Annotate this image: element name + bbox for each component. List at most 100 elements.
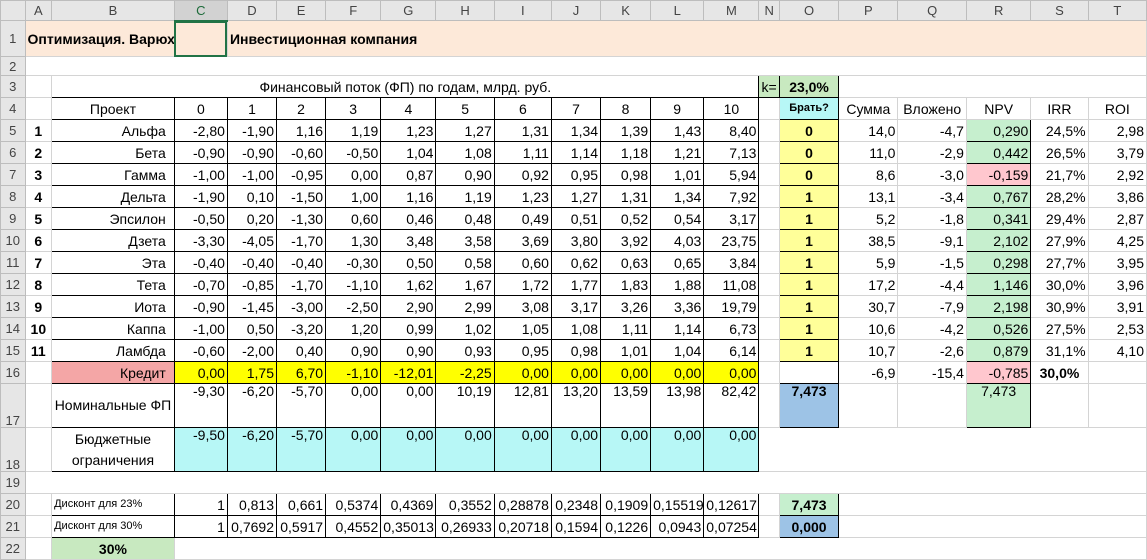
invested-header[interactable]: Вложено [897, 97, 967, 120]
project-name[interactable]: Дзета [51, 229, 175, 252]
budget-flow[interactable]: -6,20 [226, 427, 278, 472]
cashflow-cell[interactable]: 4,03 [650, 229, 705, 252]
cashflow-cell[interactable]: 0,58 [435, 251, 495, 274]
project-npv[interactable]: 2,102 [965, 229, 1032, 252]
year-0-header[interactable]: 0 [173, 97, 228, 120]
npv-header[interactable]: NPV [965, 97, 1032, 120]
cashflow-cell[interactable]: 2,99 [435, 295, 495, 318]
cashflow-cell[interactable]: 0,92 [493, 163, 552, 186]
project-invested[interactable]: -4,2 [897, 317, 967, 340]
cashflow-cell[interactable]: 1,04 [380, 141, 437, 164]
cashflow-cell[interactable]: -1,00 [173, 317, 228, 340]
cashflow-cell[interactable]: -0,95 [275, 163, 327, 186]
column-header-e[interactable]: E [275, 0, 327, 21]
project-name[interactable]: Гамма [51, 163, 175, 186]
project-name[interactable]: Эта [51, 251, 175, 274]
cashflow-cell[interactable]: 1,11 [493, 141, 552, 164]
nominal-flow[interactable]: 13,59 [600, 383, 652, 428]
project-roi[interactable]: 2,92 [1087, 163, 1147, 186]
project-irr[interactable]: 21,7% [1030, 163, 1089, 186]
column-header-o[interactable]: O [778, 0, 840, 21]
cashflow-cell[interactable]: 1,34 [550, 119, 602, 142]
cashflow-cell[interactable]: 3,26 [600, 295, 652, 318]
cashflow-cell[interactable]: -0,90 [173, 141, 228, 164]
nominal-flow[interactable]: 12,81 [493, 383, 552, 428]
cashflow-cell[interactable]: -0,90 [226, 141, 278, 164]
credit-flow[interactable]: 0,00 [550, 361, 602, 384]
project-name[interactable]: Альфа [51, 119, 175, 142]
take-flag[interactable]: 1 [778, 251, 840, 274]
disc23-flow[interactable]: 1 [173, 493, 228, 516]
column-header-h[interactable]: H [435, 0, 495, 21]
nominal-npv[interactable]: 7,473 [965, 383, 1032, 428]
cashflow-cell[interactable]: -1,10 [325, 273, 382, 296]
nominal-flow[interactable]: 10,19 [435, 383, 495, 428]
take-flag[interactable]: 0 [778, 119, 840, 142]
project-header[interactable]: Проект [51, 97, 175, 120]
column-header-f[interactable]: F [325, 0, 382, 21]
cashflow-cell[interactable]: 3,48 [380, 229, 437, 252]
cashflow-cell[interactable]: 0,60 [325, 207, 382, 230]
cashflow-cell[interactable]: 0,10 [226, 185, 278, 208]
cashflow-cell[interactable]: 3,08 [493, 295, 552, 318]
budget-flow[interactable]: 0,00 [325, 427, 382, 472]
project-sum[interactable]: 5,2 [838, 207, 899, 230]
cashflow-cell[interactable]: -0,40 [275, 251, 327, 274]
cashflow-cell[interactable]: -1,50 [275, 185, 327, 208]
project-roi[interactable]: 2,87 [1087, 207, 1147, 230]
year-3-header[interactable]: 3 [325, 97, 382, 120]
project-npv[interactable]: 0,879 [965, 339, 1032, 362]
take-flag[interactable]: 1 [778, 229, 840, 252]
project-invested[interactable]: -9,1 [897, 229, 967, 252]
project-invested[interactable]: -1,5 [897, 251, 967, 274]
disc23-flow[interactable]: 0,15519 [650, 493, 705, 516]
cashflow-cell[interactable]: 0,40 [275, 339, 327, 362]
budget-label[interactable]: Бюджетные ограничения [51, 427, 175, 472]
project-irr[interactable]: 27,9% [1030, 229, 1089, 252]
project-npv[interactable]: 0,442 [965, 141, 1032, 164]
cashflow-cell[interactable]: -0,60 [173, 339, 228, 362]
disc30-flow[interactable]: 1 [173, 515, 228, 538]
cashflow-cell[interactable]: 1,18 [600, 141, 652, 164]
project-sum[interactable]: 5,9 [838, 251, 899, 274]
credit-flow[interactable]: 0,00 [173, 361, 228, 384]
disc23-flow[interactable]: 0,2348 [550, 493, 602, 516]
cashflow-cell[interactable]: 3,17 [550, 295, 602, 318]
project-invested[interactable]: -2,6 [897, 339, 967, 362]
cashflow-cell[interactable]: -0,50 [173, 207, 228, 230]
disc30-flow[interactable]: 0,20718 [493, 515, 552, 538]
cashflow-cell[interactable]: 0,98 [550, 339, 602, 362]
cashflow-cell[interactable]: 0,49 [493, 207, 552, 230]
cashflow-cell[interactable]: 8,40 [703, 119, 760, 142]
column-header-k[interactable]: K [600, 0, 652, 21]
take-flag[interactable]: 1 [778, 339, 840, 362]
cashflow-cell[interactable]: -0,40 [226, 251, 278, 274]
row-header[interactable]: 8 [0, 185, 26, 208]
project-irr[interactable]: 31,1% [1030, 339, 1089, 362]
cashflow-cell[interactable]: 0,62 [550, 251, 602, 274]
cashflow-cell[interactable]: 0,98 [600, 163, 652, 186]
cashflow-cell[interactable]: 3,84 [703, 251, 760, 274]
year-4-header[interactable]: 4 [380, 97, 437, 120]
nominal-flow[interactable]: 0,00 [380, 383, 437, 428]
row-header-2[interactable]: 2 [0, 56, 26, 76]
cashflow-cell[interactable]: 0,95 [493, 339, 552, 362]
cashflow-cell[interactable]: 1,27 [550, 185, 602, 208]
year-8-header[interactable]: 8 [600, 97, 652, 120]
cashflow-cell[interactable]: -1,90 [226, 119, 278, 142]
row-header[interactable]: 15 [0, 339, 26, 362]
cashflow-cell[interactable]: 1,08 [550, 317, 602, 340]
cashflow-cell[interactable]: 0,48 [435, 207, 495, 230]
row-header[interactable]: 14 [0, 317, 26, 340]
row-header[interactable]: 12 [0, 273, 26, 296]
project-name[interactable]: Эпсилон [51, 207, 175, 230]
cashflow-cell[interactable]: 7,13 [703, 141, 760, 164]
project-index[interactable]: 11 [24, 339, 53, 362]
disc30-flow[interactable]: 0,4552 [325, 515, 382, 538]
budget-flow[interactable]: 0,00 [493, 427, 552, 472]
column-header-b[interactable]: B [51, 0, 175, 21]
disc23-flow[interactable]: 0,12617 [703, 493, 760, 516]
cashflow-cell[interactable]: 1,34 [650, 185, 705, 208]
column-header-m[interactable]: M [703, 0, 760, 21]
cashflow-cell[interactable]: 0,46 [380, 207, 437, 230]
